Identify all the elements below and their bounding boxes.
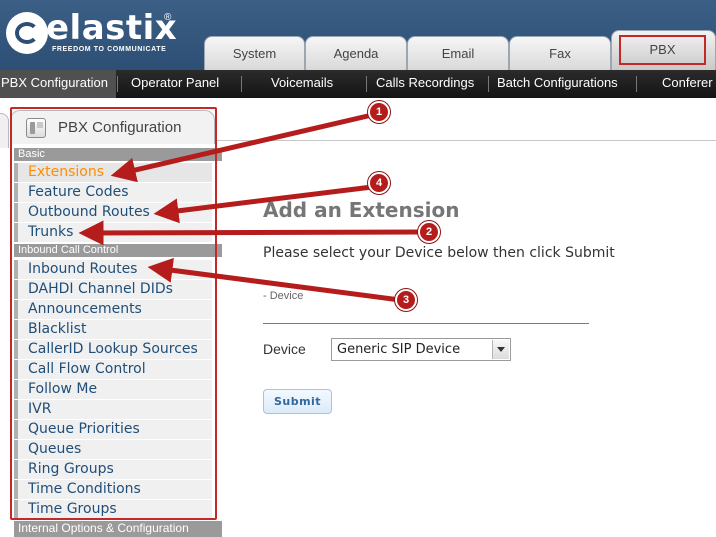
sidebar-item-announcements[interactable]: Announcements: [14, 300, 212, 319]
chevron-down-icon[interactable]: [492, 340, 509, 359]
menu-separator: [636, 76, 637, 92]
menu-batch-configurations[interactable]: Batch Configurations: [497, 70, 618, 98]
menu-conferences[interactable]: Conferer: [662, 70, 713, 98]
menu-separator: [366, 76, 367, 92]
tab-agenda[interactable]: Agenda: [305, 36, 407, 70]
sidebar-item-dahdi-channel-dids[interactable]: DAHDI Channel DIDs: [14, 280, 212, 299]
sidebar-item-queue-priorities[interactable]: Queue Priorities: [14, 420, 212, 439]
logo-registered-mark: ®: [164, 12, 172, 23]
sidebar-item-ring-groups[interactable]: Ring Groups: [14, 460, 212, 479]
device-section-caption: - Device: [263, 290, 304, 302]
sidebar-item-blacklist[interactable]: Blacklist: [14, 320, 212, 339]
annotation-marker-1: 1: [368, 101, 390, 123]
tab-system[interactable]: System: [204, 36, 305, 70]
device-select[interactable]: Generic SIP Device: [331, 338, 511, 361]
sidebar-item-queues[interactable]: Queues: [14, 440, 212, 459]
tab-fax[interactable]: Fax: [509, 36, 611, 70]
menu-pbx-configuration[interactable]: PBX Configuration: [0, 70, 116, 98]
sidebar-item-outbound-routes[interactable]: Outbound Routes: [14, 203, 212, 222]
menu-separator: [488, 76, 489, 92]
tab-email[interactable]: Email: [407, 36, 509, 70]
section-divider: [263, 323, 589, 324]
menu-operator-panel[interactable]: Operator Panel: [131, 70, 219, 98]
content-top-border: [215, 140, 716, 141]
device-select-value: Generic SIP Device: [337, 342, 461, 357]
sidebar-item-ivr[interactable]: IVR: [14, 400, 212, 419]
device-label: Device: [263, 341, 306, 357]
menu-separator: [117, 76, 118, 92]
sidebar-section-inbound-call-control: Inbound Call Control: [14, 244, 222, 257]
logo-brand: elastix: [46, 8, 178, 48]
sidebar-item-trunks[interactable]: Trunks: [14, 223, 212, 242]
sidebar-item-time-conditions[interactable]: Time Conditions: [14, 480, 212, 499]
sidebar-item-follow-me[interactable]: Follow Me: [14, 380, 212, 399]
sidebar-item-time-groups[interactable]: Time Groups: [14, 500, 212, 519]
menu-voicemails[interactable]: Voicemails: [271, 70, 333, 98]
logo-mark-icon: [6, 12, 48, 54]
annotation-marker-2: 2: [418, 221, 440, 243]
sidebar-section-basic: Basic: [14, 148, 222, 161]
logo-tagline: FREEDOM TO COMMUNICATE: [52, 46, 167, 53]
side-tab-edge: [0, 113, 9, 148]
panel-tab: PBX Configuration: [10, 110, 215, 144]
menu-calls-recordings[interactable]: Calls Recordings: [376, 70, 474, 98]
page-instruction: Please select your Device below then cli…: [263, 245, 615, 261]
menu-separator: [241, 76, 242, 92]
sidebar-nav: Basic Extensions Feature Codes Outbound …: [10, 143, 222, 537]
annotation-marker-3: 3: [395, 289, 417, 311]
phone-icon: [26, 118, 46, 138]
sidebar-item-inbound-routes[interactable]: Inbound Routes: [14, 260, 212, 279]
app-header: elastix ® FREEDOM TO COMMUNICATE System …: [0, 0, 716, 70]
sidebar-item-call-flow-control[interactable]: Call Flow Control: [14, 360, 212, 379]
submit-button[interactable]: Submit: [263, 389, 332, 414]
elastix-logo: elastix ® FREEDOM TO COMMUNICATE: [4, 8, 194, 58]
panel-title: PBX Configuration: [58, 119, 182, 136]
sidebar-item-feature-codes[interactable]: Feature Codes: [14, 183, 212, 202]
tab-pbx-label: PBX: [619, 35, 706, 65]
sidebar-item-extensions[interactable]: Extensions: [14, 163, 212, 182]
sidebar-section-internal-options: Internal Options & Configuration: [14, 521, 222, 537]
tab-pbx[interactable]: PBX: [611, 30, 716, 70]
page-title: Add an Extension: [263, 198, 460, 222]
sidebar-item-callerid-lookup-sources[interactable]: CallerID Lookup Sources: [14, 340, 212, 359]
module-menubar: PBX Configuration Operator Panel Voicema…: [0, 70, 716, 98]
annotation-marker-4: 4: [368, 172, 390, 194]
